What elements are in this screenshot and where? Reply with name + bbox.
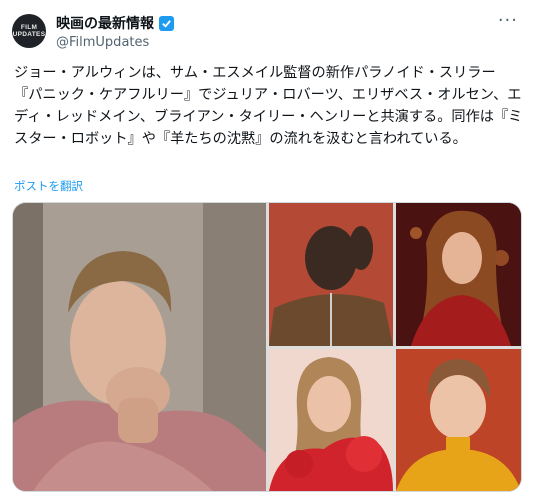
photo-bottom-left[interactable] — [269, 349, 393, 491]
photo-bottom-right[interactable] — [396, 349, 521, 491]
translate-post-link[interactable]: ポストを翻訳 — [14, 178, 83, 194]
photo-top-right-illustration — [396, 203, 521, 346]
avatar-text-line1: FILM — [20, 24, 38, 31]
photo-top-left-illustration — [269, 203, 393, 346]
avatar[interactable]: FILM UPDATES — [12, 14, 46, 48]
photo-top-right[interactable] — [396, 203, 521, 346]
photo-top-left[interactable] — [269, 203, 393, 346]
post-text: ジョー・アルウィンは、サム・エスメイル監督の新作パラノイド・スリラー『パニック・… — [14, 65, 523, 147]
verified-badge-icon — [159, 15, 174, 31]
user-handle[interactable]: @FilmUpdates — [56, 35, 149, 50]
display-name[interactable]: 映画の最新情報 — [56, 13, 154, 33]
more-options-icon[interactable]: ··· — [498, 10, 518, 31]
avatar-text-line2: UPDATES — [12, 31, 46, 38]
media-grid — [12, 202, 522, 492]
photo-bottom-left-illustration — [269, 349, 393, 491]
photo-main[interactable] — [13, 203, 266, 491]
author-name-row: 映画の最新情報 — [56, 13, 174, 33]
photo-bottom-right-illustration — [396, 349, 521, 491]
photo-main-illustration — [13, 203, 266, 491]
